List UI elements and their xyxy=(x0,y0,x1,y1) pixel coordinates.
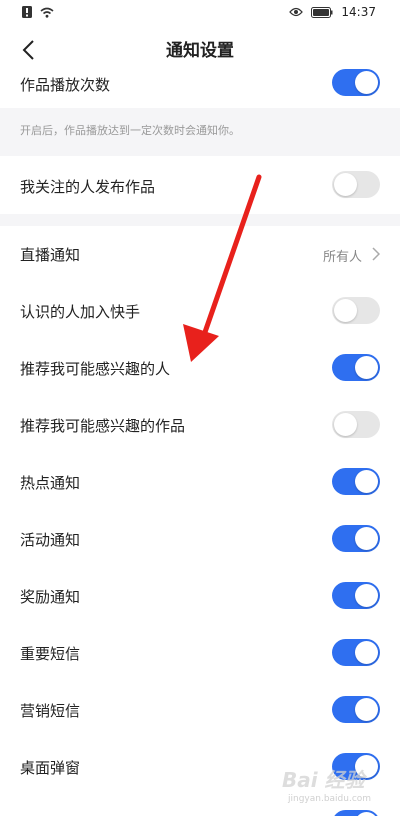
live-audience-value: 所有人 xyxy=(322,250,362,265)
setting-row-activity[interactable]: 活动通知 xyxy=(0,511,400,568)
status-time: 14:37 xyxy=(341,5,376,19)
rewards-toggle[interactable] xyxy=(332,582,380,609)
status-right-icons: 14:37 xyxy=(289,5,376,19)
setting-label: 活动通知 xyxy=(20,531,81,549)
nav-bar: 通知设置 xyxy=(0,26,400,72)
followed-posts-toggle[interactable] xyxy=(332,171,380,198)
toggle-knob xyxy=(334,173,357,196)
wifi-icon xyxy=(40,7,54,18)
setting-label: 推荐我可能感兴趣的人 xyxy=(20,360,171,378)
play-count-hint: 开启后，作品播放达到一定次数时会通知你。 xyxy=(20,124,240,137)
toggle-knob xyxy=(334,413,357,436)
setting-row-hot-topics[interactable]: 热点通知 xyxy=(0,454,400,511)
hot-topics-toggle[interactable] xyxy=(332,468,380,495)
setting-row-important-sms[interactable]: 重要短信 xyxy=(0,625,400,682)
status-left-icons xyxy=(22,6,54,18)
notification-alert-icon xyxy=(22,6,32,18)
play-count-toggle[interactable] xyxy=(332,69,380,96)
setting-label: 作品播放次数 xyxy=(20,76,111,94)
setting-row-followed-posts[interactable]: 我关注的人发布作品 xyxy=(0,156,400,214)
page-title: 通知设置 xyxy=(166,41,234,61)
chevron-right-icon xyxy=(372,247,380,261)
toggle-knob xyxy=(355,641,378,664)
toggle-knob xyxy=(355,470,378,493)
activity-toggle[interactable] xyxy=(332,525,380,552)
watermark-logo-text: Bai 经验 xyxy=(282,768,365,792)
setting-label: 桌面弹窗 xyxy=(20,759,81,777)
recommend-works-toggle[interactable] xyxy=(332,411,380,438)
recommend-people-toggle[interactable] xyxy=(332,354,380,381)
toggle-knob xyxy=(355,698,378,721)
toggle-knob xyxy=(355,584,378,607)
important-sms-toggle[interactable] xyxy=(332,639,380,666)
toggle-knob xyxy=(355,527,378,550)
watermark-url: jingyan.baidu.com xyxy=(288,794,372,804)
hint-section: 开启后，作品播放达到一定次数时会通知你。 xyxy=(0,108,400,156)
setting-row-contacts-join[interactable]: 认识的人加入快手 xyxy=(0,283,400,340)
toggle-knob xyxy=(355,71,378,94)
setting-label: 我关注的人发布作品 xyxy=(20,178,156,196)
setting-row-marketing-sms[interactable]: 营销短信 xyxy=(0,682,400,739)
setting-label: 营销短信 xyxy=(20,702,81,720)
section-divider xyxy=(0,214,400,226)
setting-row-rewards[interactable]: 奖励通知 xyxy=(0,568,400,625)
setting-label: 直播通知 xyxy=(20,246,81,264)
eye-comfort-icon xyxy=(289,7,304,17)
setting-row-play-count[interactable]: 作品播放次数 xyxy=(0,69,400,108)
setting-label: 热点通知 xyxy=(20,474,81,492)
setting-label: 奖励通知 xyxy=(20,588,81,606)
marketing-sms-toggle[interactable] xyxy=(332,696,380,723)
toggle-knob xyxy=(334,299,357,322)
setting-row-recommend-people[interactable]: 推荐我可能感兴趣的人 xyxy=(0,340,400,397)
toggle-knob xyxy=(355,356,378,379)
setting-row-live[interactable]: 直播通知 所有人 xyxy=(0,226,400,283)
setting-label: 认识的人加入快手 xyxy=(20,303,141,321)
setting-label: 推荐我可能感兴趣的作品 xyxy=(20,417,186,435)
battery-icon xyxy=(311,6,333,18)
watermark: Bai 经验 jingyan.baidu.com xyxy=(282,764,400,816)
setting-label: 重要短信 xyxy=(20,645,81,663)
setting-row-recommend-works[interactable]: 推荐我可能感兴趣的作品 xyxy=(0,397,400,454)
status-bar: 14:37 xyxy=(0,0,400,26)
contacts-join-toggle[interactable] xyxy=(332,297,380,324)
